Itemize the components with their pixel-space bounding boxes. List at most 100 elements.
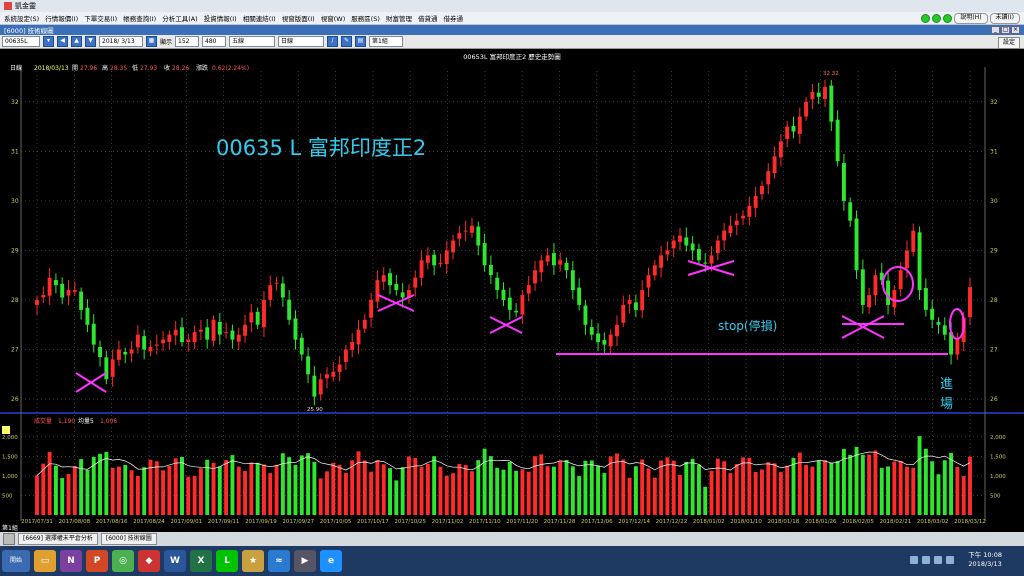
volume-bar [936,474,941,515]
minimize-icon[interactable]: _ [991,26,1000,34]
grid-icon[interactable]: ▤ [355,36,367,47]
tab-options-analysis[interactable]: [6669] 選擇權未平倉分析 [18,533,98,545]
bars-label: 顯示 [160,39,173,46]
volume-header: 成交量 1,190 均量5 1,006 [2,417,117,434]
ie-icon[interactable]: e [320,550,342,572]
volume-bar [287,457,292,515]
bars-input[interactable]: 152 [175,36,200,47]
volume-bar [968,456,972,515]
symbol-input[interactable]: 00635L [2,36,40,47]
volume-bar [760,469,764,515]
dropdown-icon[interactable]: ▾ [43,36,54,47]
period-select[interactable]: 五線 [229,36,276,47]
prev-icon[interactable]: ◀ [57,36,68,47]
trading-icon[interactable]: ★ [242,550,264,572]
volume-corner-icon[interactable] [2,426,10,434]
help-button[interactable]: 說明(H) [954,13,988,24]
unread-button[interactable]: 未讀(I) [989,13,1020,24]
group-select[interactable]: 第1組 [369,36,404,47]
candle-body [91,323,96,345]
chrome-icon[interactable]: ◎ [112,550,134,572]
tray-icon[interactable] [934,556,942,564]
candle-body [230,330,235,340]
line-icon[interactable]: L [216,550,238,572]
menu-item-links[interactable]: 相關連結(I) [243,13,276,23]
interval-select[interactable]: 日線 [278,36,325,47]
volume-bar [470,471,474,515]
menu-item-wealth[interactable]: 財富管理 [386,13,412,23]
date-tick-label: 2018/01/18 [768,519,800,525]
volume-bar [646,468,651,515]
candle-body [968,287,972,318]
media-icon[interactable]: ▶ [294,550,316,572]
volume-bar [961,476,966,515]
date-input[interactable]: 2018/ 3/13 [99,36,143,47]
volume-bar [299,455,304,515]
volume-bar [615,453,619,515]
high-value: 28.35 [110,65,127,72]
excel-icon[interactable]: X [190,550,212,572]
app-icon[interactable]: ◆ [138,550,160,572]
start-button[interactable]: 開始 [2,550,30,572]
settings-button[interactable]: 設定 [997,37,1020,49]
candle-body [545,255,550,262]
volume-bar [911,467,916,515]
candle-body [350,342,355,350]
close-icon[interactable]: × [1011,26,1020,34]
candle-body [375,280,380,302]
main-menu-bar: 系統設定(S) 行情報價(I) 下單交易(I) 帳務查詢(I) 分析工具(A) … [0,12,1024,25]
candle-body [835,119,840,162]
volume-bar [394,480,399,515]
candle-body [79,291,84,310]
candle-body [602,340,607,345]
menu-item-analysis[interactable]: 分析工具(A) [162,13,198,23]
menu-item-securities-lending[interactable]: 借券通 [443,13,463,23]
candle-body [823,86,827,100]
powerpoint-icon[interactable]: P [86,550,108,572]
price-tick-label-right: 29 [990,247,998,254]
down-icon[interactable]: ▼ [85,36,96,47]
candle-body [696,249,701,261]
menu-item-window[interactable]: 視窗(W) [321,13,346,23]
menu-item-lending[interactable]: 借貸通 [418,13,438,23]
word-icon[interactable]: W [164,550,186,572]
volume-bar [898,461,903,515]
tray-icon[interactable] [910,556,918,564]
candle-body [873,275,878,296]
tray-icon[interactable] [922,556,930,564]
tray-icon[interactable] [946,556,954,564]
maximize-icon[interactable]: □ [1001,26,1010,34]
volume-bar [766,462,771,515]
volume-bar [255,462,260,515]
candle-body [413,277,418,288]
folder-icon[interactable]: ▭ [34,550,56,572]
candle-body [356,329,361,345]
tab-technical-chart[interactable]: [6000] 技術線圖 [100,533,157,545]
menu-item-account[interactable]: 帳務查詢(I) [123,13,156,23]
date-tick-label: 2017/08/08 [58,519,90,525]
draw-line-icon[interactable]: / [327,36,339,47]
tabs-left-icon[interactable] [3,533,15,545]
menu-item-service[interactable]: 服務區(S) [351,13,380,23]
volume-bar [123,464,128,515]
menu-item-order[interactable]: 下單交易(I) [84,13,117,23]
volume-bar [60,478,65,515]
calendar-icon[interactable]: ▦ [146,36,157,47]
menu-item-quotes[interactable]: 行情報價(I) [45,13,78,23]
pen-icon[interactable]: ✎ [341,36,353,47]
onenote-icon[interactable]: N [60,550,82,572]
taskbar-clock[interactable]: 下午 10:08 2018/3/13 [968,551,1002,569]
candle-body [905,250,909,269]
menu-item-info[interactable]: 投資情報(I) [204,13,237,23]
candle-body [709,255,714,264]
volume-bar [867,454,872,515]
menu-item-system[interactable]: 系統設定(S) [4,13,39,23]
total-input[interactable]: 480 [202,36,227,47]
up-icon[interactable]: ▲ [71,36,82,47]
wave-icon[interactable]: ≈ [268,550,290,572]
menu-item-layout[interactable]: 視窗版面(I) [282,13,315,23]
candle-body [249,312,254,323]
volume-bar [577,476,582,515]
volume-bar [589,460,594,515]
date-tick-label: 2017/12/14 [618,519,650,525]
